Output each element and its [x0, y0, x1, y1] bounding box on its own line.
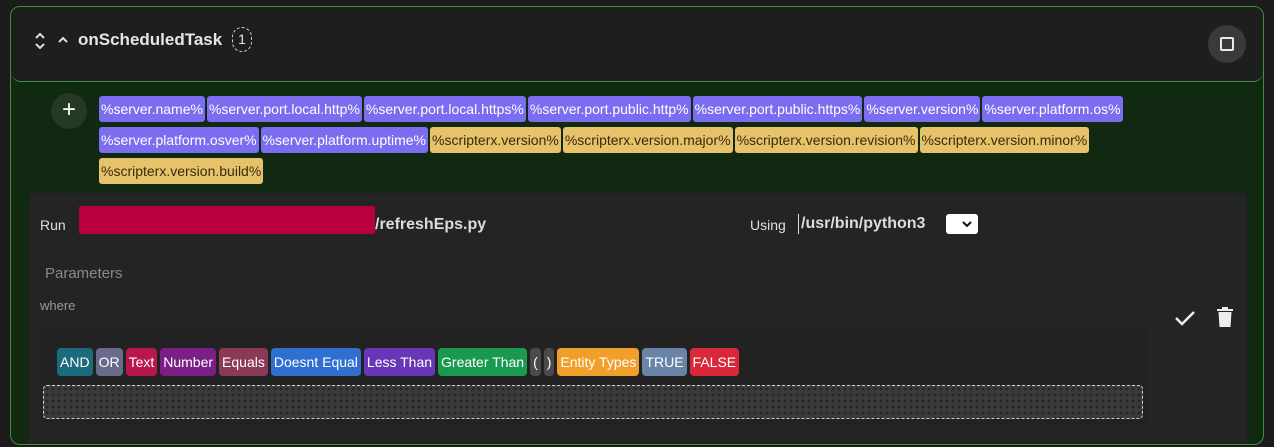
token-less-than[interactable]: Less Than: [363, 348, 436, 376]
variable-chip[interactable]: %server.platform.os%: [982, 96, 1123, 122]
using-label: Using: [750, 217, 786, 233]
variable-chip[interactable]: %server.port.public.http%: [527, 96, 691, 122]
sort-icon[interactable]: [34, 32, 46, 50]
chevron-down-icon: [962, 221, 972, 228]
variable-chip[interactable]: %scripterx.version.minor%: [919, 127, 1090, 153]
variable-list: %server.name% %server.port.local.http% %se…: [99, 96, 1159, 189]
script-path[interactable]: /refreshEps.py: [375, 216, 486, 234]
interpreter-input[interactable]: /usr/bin/python3: [798, 214, 938, 234]
count-badge: 1: [232, 27, 252, 52]
variable-chip[interactable]: %server.port.public.https%: [692, 96, 863, 122]
run-action: Run /refreshEps.py Using /usr/bin/python…: [29, 193, 1247, 444]
variable-chip[interactable]: %server.port.local.https%: [363, 96, 526, 122]
variable-chip[interactable]: %scripterx.version%: [430, 127, 561, 153]
token-palette: AND OR Text Number Equals Doesnt Equal Less Th…: [57, 348, 742, 376]
token-equals[interactable]: Equals: [219, 348, 268, 376]
condition-dropzone[interactable]: [43, 385, 1143, 419]
parameters-field[interactable]: Parameters: [45, 265, 123, 282]
task-header: onScheduledTask 1: [11, 7, 1263, 82]
token-doesnt-equal[interactable]: Doesnt Equal: [270, 348, 361, 376]
variable-chip[interactable]: %scripterx.version.build%: [99, 158, 264, 184]
variable-chip[interactable]: %server.platform.uptime%: [260, 127, 429, 153]
token-entity-types[interactable]: Entity Types: [557, 348, 640, 376]
task-title: onScheduledTask: [78, 30, 223, 49]
where-label: where: [40, 298, 76, 313]
token-greater-than[interactable]: Greater Than: [438, 348, 528, 376]
token-number[interactable]: Number: [160, 348, 217, 376]
variable-chip[interactable]: %scripterx.version.revision%: [734, 127, 918, 153]
token-open-paren[interactable]: (: [530, 348, 541, 376]
condition-builder: AND OR Text Number Equals Doesnt Equal Less Th…: [41, 329, 1148, 425]
run-label: Run: [40, 217, 66, 233]
variable-chip[interactable]: %server.platform.osver%: [99, 127, 259, 153]
variable-chip[interactable]: %server.name%: [99, 96, 205, 122]
token-close-paren[interactable]: ): [543, 348, 555, 376]
scheduled-task-panel: onScheduledTask 1 + %server.name% %server…: [10, 6, 1264, 445]
interpreter-select[interactable]: [946, 214, 978, 234]
variable-chip[interactable]: %scripterx.version.major%: [562, 127, 733, 153]
redacted-path: [79, 206, 375, 234]
variable-chip[interactable]: %server.port.local.http%: [206, 96, 362, 122]
expand-button[interactable]: [1208, 25, 1246, 63]
check-icon[interactable]: [1174, 309, 1196, 327]
token-text[interactable]: Text: [125, 348, 158, 376]
token-or[interactable]: OR: [95, 348, 123, 376]
chevron-up-icon[interactable]: [57, 34, 69, 46]
token-and[interactable]: AND: [57, 348, 93, 376]
add-variable-button[interactable]: +: [51, 93, 87, 129]
token-false[interactable]: FALSE: [689, 348, 740, 376]
variable-chip[interactable]: %server.version%: [864, 96, 981, 122]
square-icon: [1220, 37, 1234, 51]
text-cursor: [798, 214, 799, 234]
interpreter-value: /usr/bin/python3: [801, 215, 926, 232]
trash-icon[interactable]: [1217, 307, 1233, 327]
token-true[interactable]: TRUE: [642, 348, 687, 376]
